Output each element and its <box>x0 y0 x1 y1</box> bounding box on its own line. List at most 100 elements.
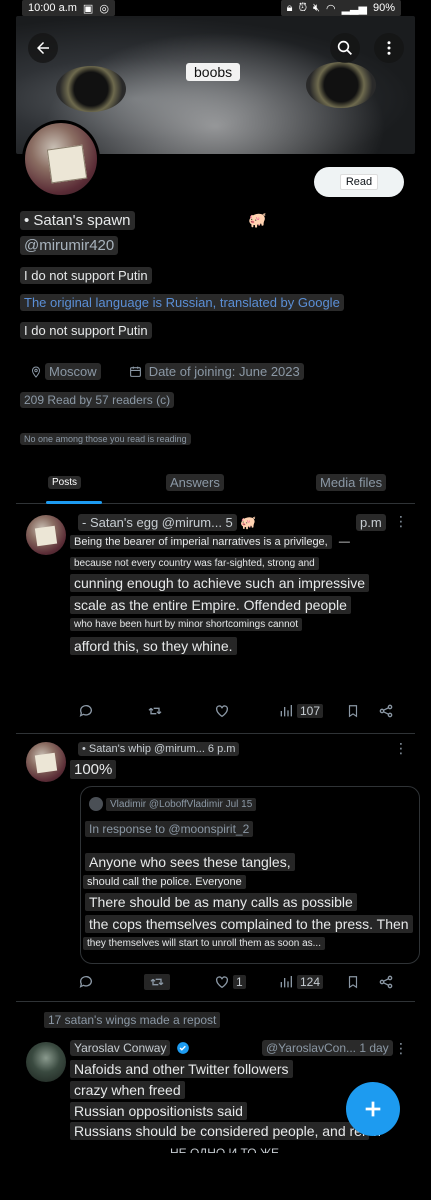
quoted-tweet[interactable]: Vladimir @LoboffVladimir Jul 15 In respo… <box>80 786 420 964</box>
translation-row[interactable]: The original language is Russian, transl… <box>20 294 344 311</box>
share-icon <box>379 975 393 989</box>
repost-note: 17 satan's wings made a repost <box>44 1012 221 1028</box>
status-left: 10:00 a.m ▣ ◎ <box>22 0 115 16</box>
bio-row-1: I do not support Putin <box>20 267 152 284</box>
tweet-text-line: cunning enough to achieve such an impres… <box>70 574 370 592</box>
banner-eye-left <box>56 66 126 112</box>
active-tab-indicator <box>46 501 102 504</box>
location-pin-icon <box>31 365 41 378</box>
reply-to-note: In response to @moonspirit_2 <box>85 821 254 837</box>
tweet-text-line: because not every country was far-sighte… <box>70 557 319 570</box>
reply-icon <box>79 976 92 988</box>
avatar-sign <box>46 144 88 184</box>
tweet[interactable]: 17 satan's wings made a repost Yaroslav … <box>16 1002 415 1162</box>
tweet-more-icon[interactable]: ⋮ <box>394 1040 408 1057</box>
more-vertical-icon <box>387 41 391 55</box>
share-button[interactable] <box>378 703 394 719</box>
back-arrow-icon <box>37 42 49 54</box>
tweet-text-line: Russians should be considered people, an… <box>70 1122 385 1140</box>
more-options-button[interactable] <box>374 33 404 63</box>
back-button[interactable] <box>28 33 58 63</box>
search-button[interactable] <box>330 33 360 63</box>
repost-button[interactable] <box>146 703 164 719</box>
tweet-text: 100% <box>70 760 117 779</box>
tweet-avatar[interactable] <box>26 742 66 782</box>
share-icon <box>379 704 393 718</box>
views-count: 107 <box>297 704 324 718</box>
bookmark-button[interactable] <box>346 974 360 990</box>
read-button[interactable]: Read <box>314 167 404 197</box>
followers-you-know: No one among those you read is reading <box>20 433 191 445</box>
reply-button[interactable] <box>78 974 94 990</box>
views-button[interactable]: 107 <box>278 703 324 719</box>
banner-label: boobs <box>186 63 241 81</box>
profile-avatar[interactable] <box>22 120 100 198</box>
quoted-text-line: the cops themselves complained to the pr… <box>85 915 413 933</box>
like-button[interactable] <box>214 703 230 719</box>
heart-icon <box>216 705 228 718</box>
battery-level: 90% <box>372 2 395 14</box>
tweet-text-cut: НЕ ОДНО И ТО ЖЕ <box>170 1146 280 1153</box>
bio-line-2: I do not support Putin <box>20 322 152 339</box>
profile-handle-row: @mirumir420 <box>20 236 119 255</box>
tweet-actions: 1 124 <box>16 974 415 994</box>
likes-count: 1 <box>233 975 246 989</box>
tweet-text-line: who have been hurt by minor shortcomings… <box>70 618 303 631</box>
views-count: 124 <box>297 975 324 989</box>
tweet-more-icon[interactable]: ⋮ <box>394 740 408 757</box>
status-time: 10:00 a.m <box>28 2 77 14</box>
repost-button[interactable] <box>144 974 170 990</box>
author-handle-time: @YaroslavCon... 1 day <box>262 1040 393 1056</box>
tweet-text-line: scale as the entire Empire. Offended peo… <box>70 596 351 614</box>
tweet-more-icon[interactable]: ⋮ <box>394 513 408 530</box>
like-button[interactable]: 1 <box>214 974 246 990</box>
tweet-text-line: Russian oppositionists said <box>70 1102 247 1120</box>
bookmark-icon <box>348 705 358 718</box>
quoted-avatar <box>89 797 103 811</box>
author-name: Yaroslav Conway <box>70 1040 171 1056</box>
repost-icon <box>148 707 162 715</box>
tweet-header: - Satan's egg @mirum... 5 🐖 <box>78 514 257 531</box>
views-chart-icon <box>280 705 292 717</box>
quoted-text-line: should call the police. Everyone <box>83 875 246 889</box>
tweet[interactable]: • Satan's whip @mirum... 6 p.m ⋮ 100% Vl… <box>16 734 420 1002</box>
bio-line-1: I do not support Putin <box>20 267 152 284</box>
tab-posts[interactable]: Posts <box>48 476 82 489</box>
readers-count[interactable]: 209 Read by 57 readers (c) <box>20 392 175 408</box>
bookmark-button[interactable] <box>346 703 360 719</box>
profile-name-row: • Satan's spawn 🐖 <box>20 211 267 230</box>
search-icon <box>337 40 353 56</box>
tweet-avatar[interactable] <box>26 515 66 555</box>
location-text: Moscow <box>45 363 101 380</box>
quoted-author: Vladimir @LoboffVladimir Jul 15 <box>89 797 257 811</box>
mute-icon: 🔇︎ <box>313 1 320 14</box>
profile-name: • Satan's spawn <box>20 211 135 230</box>
tweet[interactable]: - Satan's egg @mirum... 5 🐖 p.m ⋮ Being … <box>16 505 415 734</box>
tab-answers[interactable]: Answers <box>166 474 224 491</box>
reply-icon <box>79 705 92 717</box>
share-button[interactable] <box>378 974 394 990</box>
views-button[interactable]: 124 <box>278 974 324 990</box>
quoted-text-line: There should be as many calls as possibl… <box>85 893 357 911</box>
status-bar: 10:00 a.m ▣ ◎ 🔒︎ ⏰︎ 🔇︎ ◠ ▂▃▅ 90% <box>0 0 431 16</box>
tab-media[interactable]: Media files <box>316 474 387 491</box>
readers-row[interactable]: 209 Read by 57 readers (c) <box>20 392 175 408</box>
views-chart-icon <box>280 976 292 988</box>
translation-note[interactable]: The original language is Russian, transl… <box>20 294 344 311</box>
tweet-text-line: Being the bearer of imperial narratives … <box>70 535 354 549</box>
bio-row-2: I do not support Putin <box>20 322 152 339</box>
calendar-icon <box>129 366 141 377</box>
alarm-icon: ⏰︎ <box>298 1 308 14</box>
lock-icon: 🔒︎ <box>286 1 293 14</box>
reply-button[interactable] <box>78 703 94 719</box>
tweet-time: p.m <box>356 514 386 531</box>
status-right: 🔒︎ ⏰︎ 🔇︎ ◠ ▂▃▅ 90% <box>280 0 401 16</box>
tweet-avatar[interactable] <box>26 1042 66 1082</box>
compose-button[interactable] <box>346 1082 400 1136</box>
verified-badge-icon <box>177 1042 190 1054</box>
profile-meta: Moscow Date of joining: June 2023 <box>30 363 304 380</box>
followers-you-know-row: No one among those you read is reading <box>20 433 191 445</box>
profile-tabs: Posts Answers Media files <box>16 470 415 504</box>
tweet-text-line: Nafoids and other Twitter followers <box>70 1060 293 1078</box>
signal-icon: ▂▃▅ <box>341 2 367 15</box>
